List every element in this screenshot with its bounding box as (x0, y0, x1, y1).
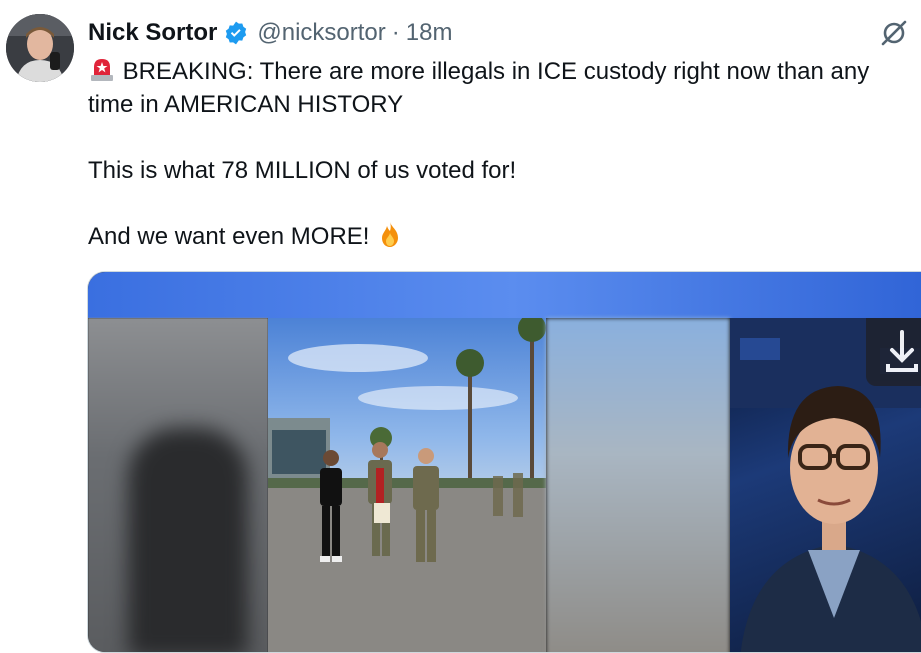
author-avatar[interactable] (6, 14, 74, 82)
author-handle[interactable]: @nicksortor (257, 19, 385, 47)
grok-icon[interactable] (879, 18, 909, 48)
verified-badge-icon (223, 20, 249, 46)
download-button[interactable] (866, 318, 921, 386)
author-name[interactable]: Nick Sortor (88, 19, 217, 47)
thumbnail-topbar (88, 272, 921, 318)
blurred-left-panel (88, 318, 268, 652)
blurred-right-panel (546, 318, 730, 652)
tweet-text: BREAKING: There are more illegals in ICE… (88, 55, 913, 253)
tweet-line-more: And we want even MORE! (88, 220, 913, 253)
download-icon (886, 330, 918, 372)
tweet-line2: This is what 78 MILLION of us voted for! (88, 157, 517, 184)
tweet-line3-text: And we want even MORE! (88, 223, 370, 250)
fire-emoji (376, 220, 404, 248)
blurred-figure (128, 428, 248, 652)
avatar-image (6, 14, 74, 82)
photo-panel (268, 314, 546, 652)
timestamp[interactable]: 18m (406, 19, 453, 47)
photo-scene (268, 314, 546, 652)
news-anchor-panel (730, 318, 921, 652)
video-thumbnail[interactable] (87, 271, 921, 653)
tweet-line1-text: BREAKING: There are more illegals in ICE… (88, 58, 870, 118)
separator-dot: · (391, 19, 400, 46)
tweet-header: Nick Sortor @nicksortor · 18m (88, 16, 452, 50)
police-light-emoji (88, 55, 116, 83)
tweet-line-breaking: BREAKING: There are more illegals in ICE… (88, 55, 913, 121)
